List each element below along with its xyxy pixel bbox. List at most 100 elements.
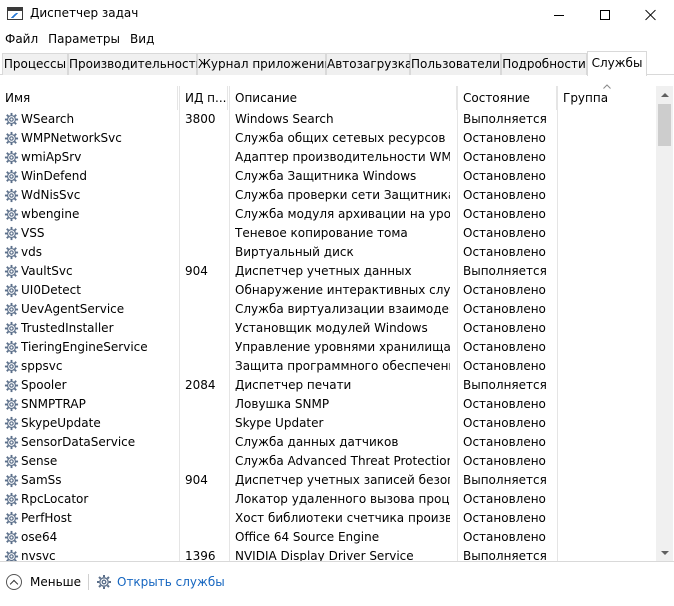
column-header-state[interactable]: Состояние: [458, 86, 557, 110]
service-row[interactable]: SkypeUpdate Skype Updater Остановлено: [0, 414, 656, 433]
scroll-thumb[interactable]: [658, 104, 671, 146]
service-state: Выполняется: [463, 549, 547, 561]
service-row[interactable]: SNMPTRAP Ловушка SNMP Остановлено: [0, 395, 656, 414]
menu-view[interactable]: Вид: [125, 30, 159, 49]
service-group: [563, 205, 653, 224]
service-row[interactable]: nvsvc 1396 NVIDIA Display Driver Service Вы…: [0, 547, 656, 561]
service-description: Теневое копирование тома: [235, 226, 408, 240]
service-row[interactable]: sppsvc Защита программного обеспечения Ост…: [0, 357, 656, 376]
service-group: [563, 338, 653, 357]
service-row[interactable]: Spooler 2084 Диспетчер печати Выполняется: [0, 376, 656, 395]
service-row[interactable]: vds Виртуальный диск Остановлено: [0, 243, 656, 262]
tab-details[interactable]: Подробности: [501, 53, 587, 75]
tab-bar: Процессы Производительность Журнал прило…: [0, 51, 674, 76]
service-group: [563, 395, 653, 414]
service-state: Выполняется: [463, 112, 547, 126]
fewer-details-button[interactable]: Меньше: [6, 573, 81, 591]
service-description: Служба общих сетевых ресурсов пр...: [235, 131, 450, 145]
service-name: vds: [21, 245, 42, 259]
column-header-name[interactable]: Имя: [0, 86, 178, 110]
service-gear-icon: [4, 530, 19, 545]
service-pid: 904: [185, 473, 208, 487]
service-name: Sense: [21, 454, 58, 468]
gear-icon: [97, 575, 111, 589]
service-description: Виртуальный диск: [235, 245, 354, 259]
column-header-group[interactable]: Группа: [558, 86, 655, 110]
tab-performance[interactable]: Производительность: [68, 53, 203, 75]
tab-startup[interactable]: Автозагрузка: [326, 53, 412, 75]
service-gear-icon: [4, 492, 19, 507]
service-description: Управление уровнями хранилища: [235, 340, 450, 354]
service-group: [563, 243, 653, 262]
service-row[interactable]: WMPNetworkSvc Служба общих сетевых ресурс…: [0, 129, 656, 148]
service-row[interactable]: VaultSvc 904 Диспетчер учетных данных Выпол…: [0, 262, 656, 281]
service-pid: [185, 148, 225, 167]
open-services-link[interactable]: Открыть службы: [96, 573, 225, 591]
service-row[interactable]: WSearch 3800 Windows Search Выполняется: [0, 110, 656, 129]
tab-users[interactable]: Пользователи: [410, 53, 501, 75]
service-description: Служба Advanced Threat Protection в...: [235, 454, 450, 468]
service-description: Office 64 Source Engine: [235, 530, 380, 544]
service-row[interactable]: WdNisSvc Служба проверки сети Защитника W…: [0, 186, 656, 205]
chevron-up-icon: [6, 574, 22, 590]
service-row[interactable]: TrustedInstaller Установщик модулей Windo…: [0, 319, 656, 338]
service-gear-icon: [4, 131, 19, 146]
service-name: WinDefend: [21, 169, 87, 183]
service-row[interactable]: Sense Служба Advanced Threat Protection в…: [0, 452, 656, 471]
service-pid: 1396: [185, 549, 216, 561]
minimize-button[interactable]: [536, 0, 582, 30]
scroll-up-button[interactable]: [656, 86, 673, 103]
service-name: SamSs: [21, 473, 62, 487]
service-state: Остановлено: [463, 302, 546, 316]
service-row[interactable]: SensorDataService Служба данных датчиков О…: [0, 433, 656, 452]
menu-file[interactable]: Файл: [0, 30, 43, 49]
service-group: [563, 433, 653, 452]
service-row[interactable]: VSS Теневое копирование тома Остановлено: [0, 224, 656, 243]
service-row[interactable]: UI0Detect Обнаружение интерактивных служб…: [0, 281, 656, 300]
service-row[interactable]: TieringEngineService Управление уровнями …: [0, 338, 656, 357]
service-state: Остановлено: [463, 359, 546, 373]
column-header-description[interactable]: Описание: [230, 86, 457, 110]
menu-bar: Файл Параметры Вид: [0, 30, 674, 49]
service-row[interactable]: WinDefend Служба Защитника Windows Останов…: [0, 167, 656, 186]
fewer-details-label: Меньше: [30, 575, 82, 589]
service-name: nvsvc: [21, 549, 56, 561]
menu-options[interactable]: Параметры: [43, 30, 125, 49]
service-pid: [185, 186, 225, 205]
service-name: WMPNetworkSvc: [21, 131, 122, 145]
tab-processes[interactable]: Процессы: [2, 53, 68, 75]
scroll-down-button[interactable]: [656, 544, 673, 561]
service-gear-icon: [4, 207, 19, 222]
service-row[interactable]: wbengine Служба модуля архивации на уровн…: [0, 205, 656, 224]
service-gear-icon: [4, 226, 19, 241]
close-button[interactable]: [628, 0, 674, 30]
service-gear-icon: [4, 169, 19, 184]
service-group: [563, 547, 653, 561]
tab-app-history[interactable]: Журнал приложений: [197, 53, 332, 75]
service-state: Остановлено: [463, 207, 546, 221]
service-group: [563, 129, 653, 148]
maximize-button[interactable]: [582, 0, 628, 30]
service-group: [563, 148, 653, 167]
service-name: SensorDataService: [21, 435, 136, 449]
tab-services[interactable]: Службы: [587, 51, 647, 76]
service-row[interactable]: UevAgentService Служба виртуализации взаи…: [0, 300, 656, 319]
service-gear-icon: [4, 511, 19, 526]
service-group: [563, 376, 653, 395]
service-pid: 3800: [185, 112, 216, 126]
service-group: [563, 490, 653, 509]
service-group: [563, 281, 653, 300]
service-name: SkypeUpdate: [21, 416, 101, 430]
service-row[interactable]: ose64 Office 64 Source Engine Остановлено: [0, 528, 656, 547]
service-description: Ловушка SNMP: [235, 397, 330, 411]
service-group: [563, 471, 653, 490]
vertical-scrollbar[interactable]: [656, 86, 673, 561]
service-row[interactable]: wmiApSrv Адаптер производительности WMI Ос…: [0, 148, 656, 167]
title-bar: Диспетчер задач: [0, 0, 674, 30]
service-row[interactable]: RpcLocator Локатор удаленного вызова проц…: [0, 490, 656, 509]
service-gear-icon: [4, 454, 19, 469]
service-row[interactable]: PerfHost Хост библиотеки счетчика произв о…: [0, 509, 656, 528]
service-row[interactable]: SamSs 904 Диспетчер учетных записей безопа…: [0, 471, 656, 490]
column-header-pid[interactable]: ИД п...: [180, 86, 228, 110]
minimize-icon: [554, 14, 564, 16]
